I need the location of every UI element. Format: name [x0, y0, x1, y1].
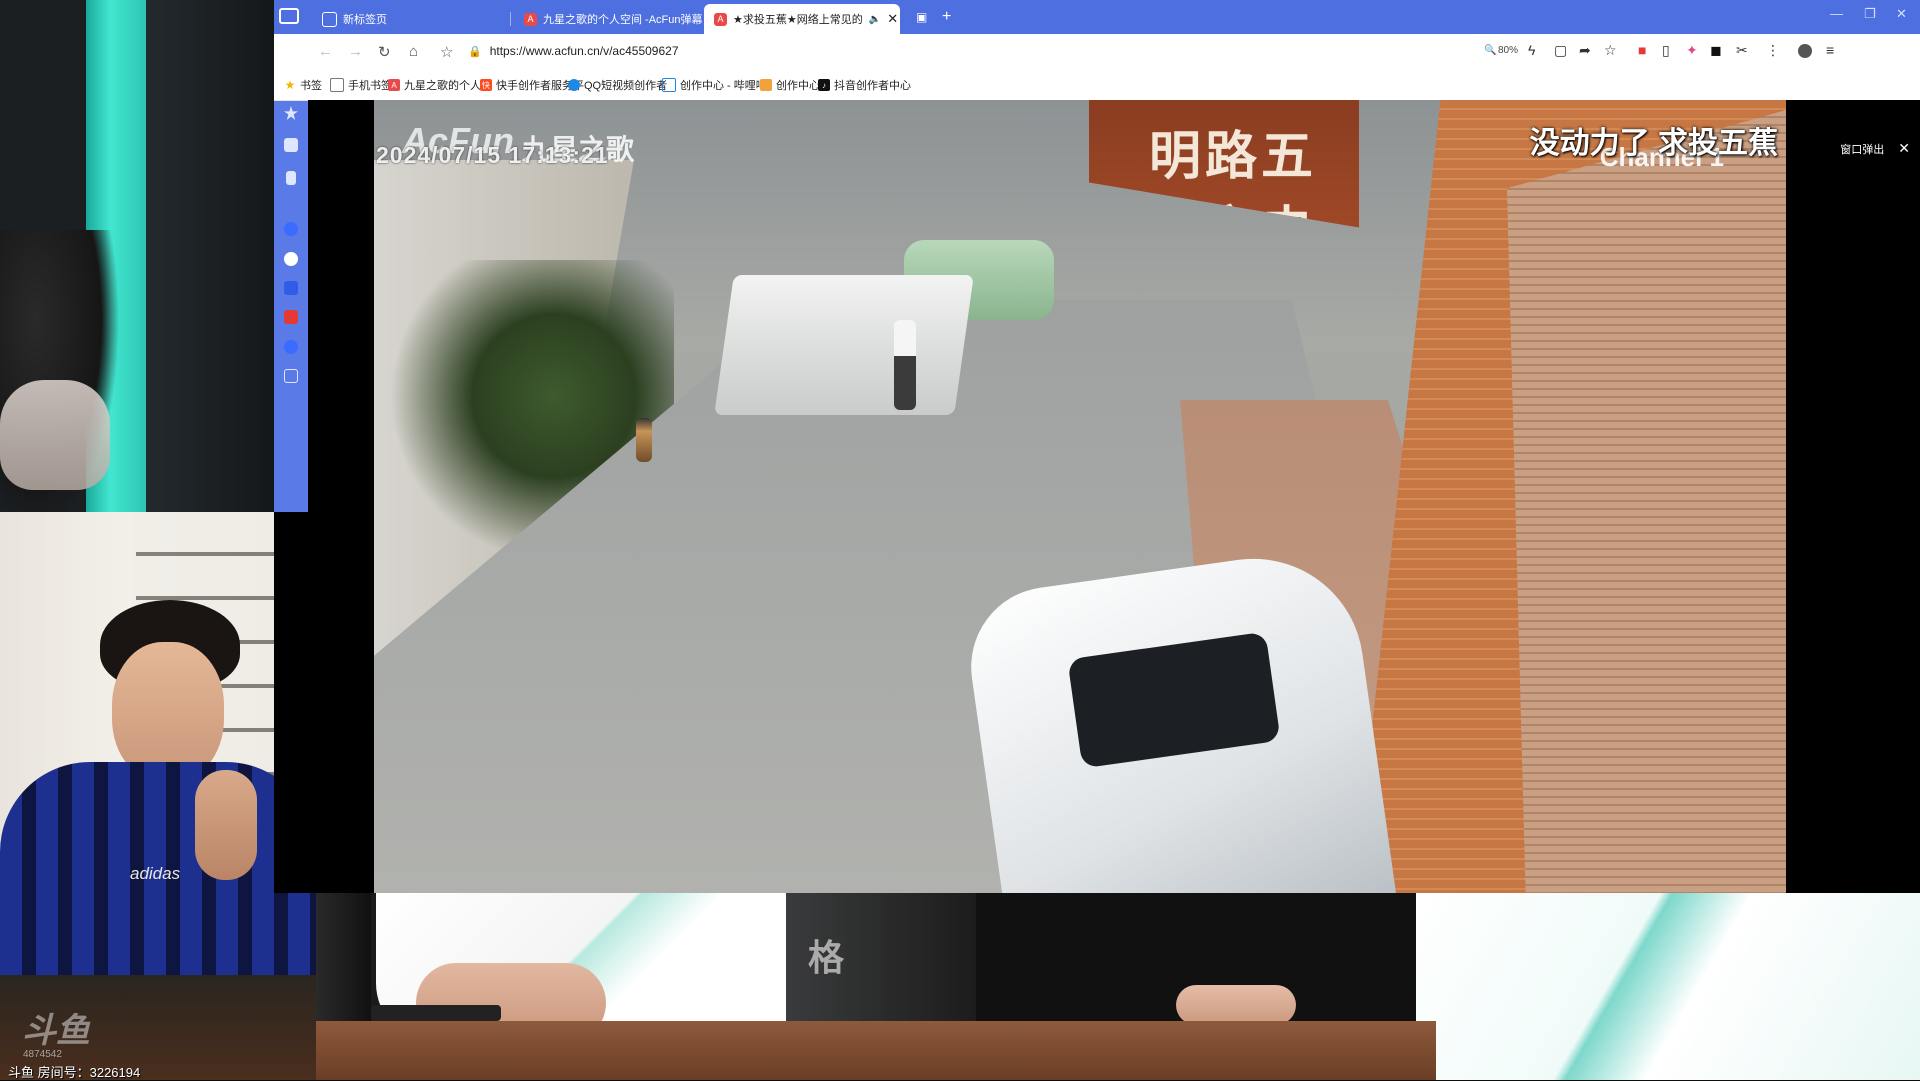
extension-dark-icon[interactable]: ◼	[1710, 42, 1722, 59]
new-tab-icon	[322, 11, 337, 27]
bookmarks-bar: ★ 书签 手机书签 A 九星之歌的个人空 快 快手创作者服务平 QQ短视频创作者…	[274, 68, 1920, 101]
forward-icon[interactable]: →	[348, 43, 363, 60]
bookmark-item[interactable]: ★ 书签	[284, 77, 322, 93]
webcam-bottom-feed: adidas	[0, 512, 316, 975]
avatar[interactable]	[1798, 44, 1812, 58]
smartphone	[371, 1005, 501, 1021]
mobile-icon[interactable]	[286, 171, 296, 185]
tab-separator	[510, 12, 511, 26]
popout-controls: 窗口弹出 ✕	[1840, 140, 1910, 157]
streamer-face	[112, 642, 224, 782]
bilibili-icon	[662, 78, 676, 92]
weibo-icon[interactable]	[284, 252, 298, 266]
cut-icon[interactable]: ✂	[1736, 42, 1748, 59]
chair-text: 格	[808, 937, 845, 978]
tab-current-video[interactable]: A ★求投五蕉★网络上常见的 🔈 ✕	[704, 4, 900, 34]
kuaishou-icon: 快	[480, 79, 492, 91]
bookmark-star-icon[interactable]: ☆	[440, 43, 453, 61]
acfun-icon: A	[524, 12, 537, 26]
restore-icon[interactable]: ❐	[1864, 6, 1876, 22]
room-id-label: 斗鱼 房间号：3226194	[8, 1065, 141, 1080]
popout-window-button[interactable]: 窗口弹出	[1840, 141, 1884, 157]
qq-icon	[568, 79, 580, 91]
webcam-top-feed	[0, 0, 274, 512]
navigation-toolbar: ← → ↻ ⌂ ☆ 🔒 https://www.acfun.cn/v/ac455…	[274, 34, 1920, 68]
reload-icon[interactable]: ↻	[378, 43, 391, 61]
bookmark-item[interactable]: 创作中心	[760, 77, 820, 93]
shirt-brand-text: adidas	[130, 864, 181, 883]
acfun-icon: A	[714, 12, 727, 26]
pedestrian	[894, 320, 916, 410]
favorite-icon[interactable]: ☆	[1604, 42, 1617, 59]
dark-background	[146, 0, 274, 512]
share-icon[interactable]: ➦	[1579, 42, 1591, 59]
close-popout-icon[interactable]: ✕	[1898, 140, 1910, 157]
tab-label: ★求投五蕉★网络上常见的	[733, 14, 863, 26]
search-icon[interactable]	[284, 222, 298, 236]
url-text[interactable]: https://www.acfun.cn/v/ac45509627	[490, 44, 679, 58]
creator-icon	[760, 79, 772, 91]
lightning-icon[interactable]: ϟ	[1528, 42, 1535, 58]
folder-icon[interactable]	[284, 138, 298, 152]
douyu-logo: 斗鱼	[22, 1012, 90, 1050]
clock-icon[interactable]	[284, 340, 298, 354]
new-tab-button[interactable]: +	[942, 8, 951, 26]
bookmark-item[interactable]: A 九星之歌的个人空	[388, 77, 492, 93]
bookmark-item[interactable]: QQ短视频创作者	[568, 77, 667, 93]
bookmark-item[interactable]: 创作中心 - 哔哩哔	[662, 77, 767, 93]
extension-icon[interactable]: ✦	[1686, 42, 1698, 59]
tab-label: 新标签页	[343, 14, 387, 26]
tiktok-icon: ♪	[818, 79, 830, 91]
back-icon[interactable]: ←	[318, 43, 333, 60]
tab-label: 九星之歌的个人空间 -AcFun弹幕	[543, 14, 703, 26]
lock-icon: 🔒	[468, 45, 482, 58]
favorites-icon[interactable]	[284, 106, 298, 120]
bookmark-item[interactable]: 手机书签	[330, 77, 392, 93]
tab-bar: 新标签页 A 九星之歌的个人空间 -AcFun弹幕 A ★求投五蕉★网络上常见的…	[274, 0, 1920, 34]
zoom-level[interactable]: 80%	[1498, 45, 1518, 56]
minimize-icon[interactable]: —	[1830, 6, 1843, 21]
phone-icon	[330, 78, 344, 92]
screenshot-icon[interactable]: ▢	[1554, 42, 1567, 59]
pdf-icon[interactable]: ■	[1638, 42, 1646, 58]
webcam-desk-feed: 格	[316, 893, 1920, 1080]
zoom-icon[interactable]: 🔍	[1484, 45, 1496, 56]
video-caption: 没动力了 求投五蕉	[1529, 127, 1778, 160]
add-panel-icon[interactable]	[284, 369, 298, 383]
child-on-road	[636, 418, 652, 462]
cctv-timestamp: 2024/07/15 17:13:21	[376, 142, 609, 168]
address-bar[interactable]: 🔒 https://www.acfun.cn/v/ac45509627	[468, 40, 1498, 62]
video-frame[interactable]: 明路五金交电 AcFun 九星之歌 2024/07/15 17:13:21 Ch…	[374, 100, 1786, 893]
streamer-hand	[195, 770, 257, 880]
home-icon[interactable]: ⌂	[409, 43, 418, 60]
streamer-face	[0, 380, 110, 490]
tab-group-icon[interactable]: ▣	[916, 10, 927, 24]
hand-on-desk	[1176, 985, 1296, 1025]
bookmark-item[interactable]: ♪ 抖音创作者中心	[818, 77, 911, 93]
douyu-watermark-number: 4874542	[23, 1049, 62, 1060]
shop-sign: 明路五金交电	[1089, 100, 1359, 228]
more-icon[interactable]: ⋮	[1766, 42, 1780, 59]
wooden-desk	[316, 1021, 1436, 1080]
browser-sidebar: «	[274, 34, 308, 512]
tab-new-tab[interactable]: 新标签页	[312, 4, 502, 34]
tab-acfun-space[interactable]: A 九星之歌的个人空间 -AcFun弹幕	[514, 4, 714, 34]
white-pickup-truck	[714, 275, 974, 415]
phone-icon[interactable]: ▯	[1662, 42, 1670, 59]
video-app-icon[interactable]	[284, 310, 298, 324]
sidebar-toggle-icon[interactable]	[279, 8, 299, 24]
acfun-icon: A	[388, 79, 400, 91]
close-window-icon[interactable]: ✕	[1896, 6, 1907, 22]
player-jersey-right	[1416, 893, 1920, 1080]
menu-icon[interactable]: ≡	[1826, 42, 1834, 58]
tab-close-icon[interactable]: ✕	[887, 11, 898, 27]
baidu-icon[interactable]	[284, 281, 298, 295]
star-icon: ★	[284, 78, 296, 92]
audio-playing-icon[interactable]: 🔈	[869, 14, 881, 25]
